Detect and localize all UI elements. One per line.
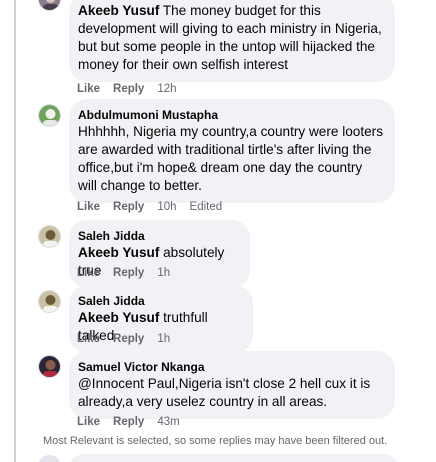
like-button[interactable]: Like (77, 415, 100, 429)
avatar[interactable] (38, 355, 61, 378)
comment-bubble (69, 454, 399, 462)
comment-author[interactable]: Saleh Jidda (78, 293, 241, 309)
like-button[interactable]: Like (77, 332, 100, 346)
avatar[interactable] (38, 0, 61, 11)
user-photo-icon (39, 105, 60, 126)
comment-author[interactable]: Samuel Victor Nkanga (78, 359, 383, 375)
comment-bubble: Samuel Victor Nkanga @Innocent Paul,Nige… (69, 351, 395, 419)
user-photo-icon (39, 0, 60, 10)
like-button[interactable]: Like (77, 82, 100, 96)
comment-body: @Innocent Paul,Nigeria isn't close 2 hel… (78, 376, 371, 409)
reply-button[interactable]: Reply (113, 266, 144, 280)
reply-button[interactable]: Reply (113, 82, 144, 96)
comment-timestamp[interactable]: 12h (157, 82, 176, 96)
comment-bubble: Abdulmumoni Mustapha Hhhhhh, Nigeria my … (69, 99, 395, 203)
thread-line (14, 0, 16, 462)
reply-button[interactable]: Reply (113, 415, 144, 429)
comment-actions: Like Reply 1h (77, 266, 183, 280)
mention-link[interactable]: Akeeb Yusuf (78, 310, 159, 325)
comment-author[interactable]: Abdulmumoni Mustapha (78, 107, 383, 123)
like-button[interactable]: Like (77, 266, 100, 280)
filter-notice: Most Relevant is selected, so some repli… (43, 435, 388, 447)
comment-author[interactable]: Saleh Jidda (78, 228, 238, 244)
reply-button[interactable]: Reply (113, 200, 144, 214)
avatar[interactable] (38, 290, 61, 313)
comment-timestamp[interactable]: 1h (157, 332, 170, 346)
mention-link[interactable]: Akeeb Yusuf (78, 3, 159, 18)
edited-label[interactable]: Edited (190, 200, 223, 214)
comment-timestamp[interactable]: 1h (157, 266, 170, 280)
comment-bubble: Akeeb Yusuf The money budget for this de… (69, 0, 395, 82)
mention-link[interactable]: Akeeb Yusuf (78, 245, 159, 260)
comment-actions: Like Reply 10h Edited (77, 200, 222, 214)
comment-actions: Like Reply 1h (77, 332, 183, 346)
reply-button[interactable]: Reply (113, 332, 144, 346)
user-photo-icon (39, 291, 60, 312)
like-button[interactable]: Like (77, 200, 100, 214)
user-photo-icon (39, 226, 60, 247)
comment-actions: Like Reply 12h (77, 82, 190, 96)
comment-timestamp[interactable]: 10h (157, 200, 176, 214)
comment-timestamp[interactable]: 43m (157, 415, 179, 429)
comment-text: Akeeb Yusuf The money budget for this de… (78, 2, 383, 74)
avatar[interactable] (38, 104, 61, 127)
user-photo-icon (39, 356, 60, 377)
comment-body: Hhhhhh, Nigeria my country,a country wer… (78, 124, 383, 193)
comment-actions: Like Reply 43m (77, 415, 193, 429)
avatar[interactable] (38, 225, 61, 248)
avatar[interactable] (38, 455, 61, 462)
